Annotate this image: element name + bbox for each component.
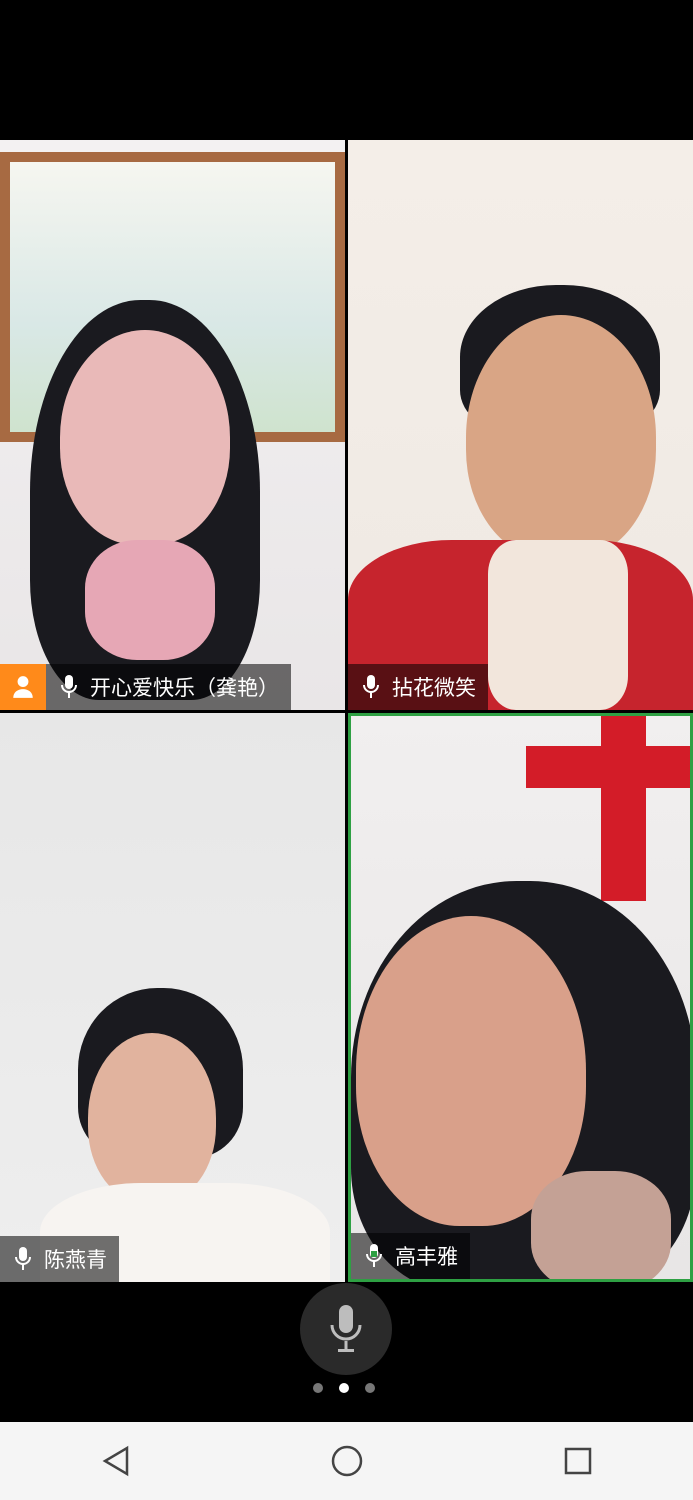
host-badge-icon <box>0 664 46 710</box>
mic-icon <box>357 1233 391 1279</box>
wall-cross-bar <box>526 746 690 788</box>
participant-collar <box>488 540 628 710</box>
mic-icon <box>6 1236 40 1282</box>
participant-face <box>88 1033 216 1203</box>
participant-name: 陈燕青 <box>44 1248 107 1272</box>
participant-face <box>356 916 586 1226</box>
mic-icon <box>354 664 388 710</box>
back-button[interactable] <box>86 1431 146 1491</box>
mic-icon <box>330 1305 362 1352</box>
video-call-screen: 开心爱快乐（龚艳） 拈花微笑 陈燕青 高丰雅 <box>0 0 693 1500</box>
participant-tile-2[interactable]: 拈花微笑 <box>348 140 693 710</box>
triangle-back-icon <box>102 1445 128 1477</box>
participant-tile-1[interactable]: 开心爱快乐（龚艳） <box>0 140 345 710</box>
participant-label: 陈燕青 <box>0 1236 119 1282</box>
participant-face <box>466 315 656 560</box>
android-nav-bar <box>0 1422 693 1500</box>
square-recents-icon <box>564 1447 591 1475</box>
circle-home-icon <box>331 1445 362 1477</box>
wall-cross <box>601 716 646 901</box>
page-indicator <box>313 1383 375 1393</box>
page-dot-3[interactable] <box>365 1383 375 1393</box>
participant-face <box>60 330 230 545</box>
participant-name: 开心爱快乐（龚艳） <box>90 676 279 700</box>
page-dot-2-active[interactable] <box>339 1383 349 1393</box>
participant-tile-4[interactable]: 高丰雅 <box>348 713 693 1282</box>
participant-label: 高丰雅 <box>351 1233 470 1279</box>
participant-label: 拈花微笑 <box>348 664 488 710</box>
participant-scarf <box>85 540 215 660</box>
participant-label: 开心爱快乐（龚艳） <box>0 664 291 710</box>
mic-button[interactable] <box>300 1283 392 1375</box>
participant-scarf <box>531 1171 671 1279</box>
home-button[interactable] <box>317 1431 377 1491</box>
participant-name: 拈花微笑 <box>392 676 476 700</box>
page-dot-1[interactable] <box>313 1383 323 1393</box>
video-grid: 开心爱快乐（龚艳） 拈花微笑 陈燕青 高丰雅 <box>0 140 693 1282</box>
participant-tile-3[interactable]: 陈燕青 <box>0 713 345 1282</box>
mic-icon <box>52 664 86 710</box>
recents-button[interactable] <box>548 1431 608 1491</box>
participant-name: 高丰雅 <box>395 1245 458 1269</box>
